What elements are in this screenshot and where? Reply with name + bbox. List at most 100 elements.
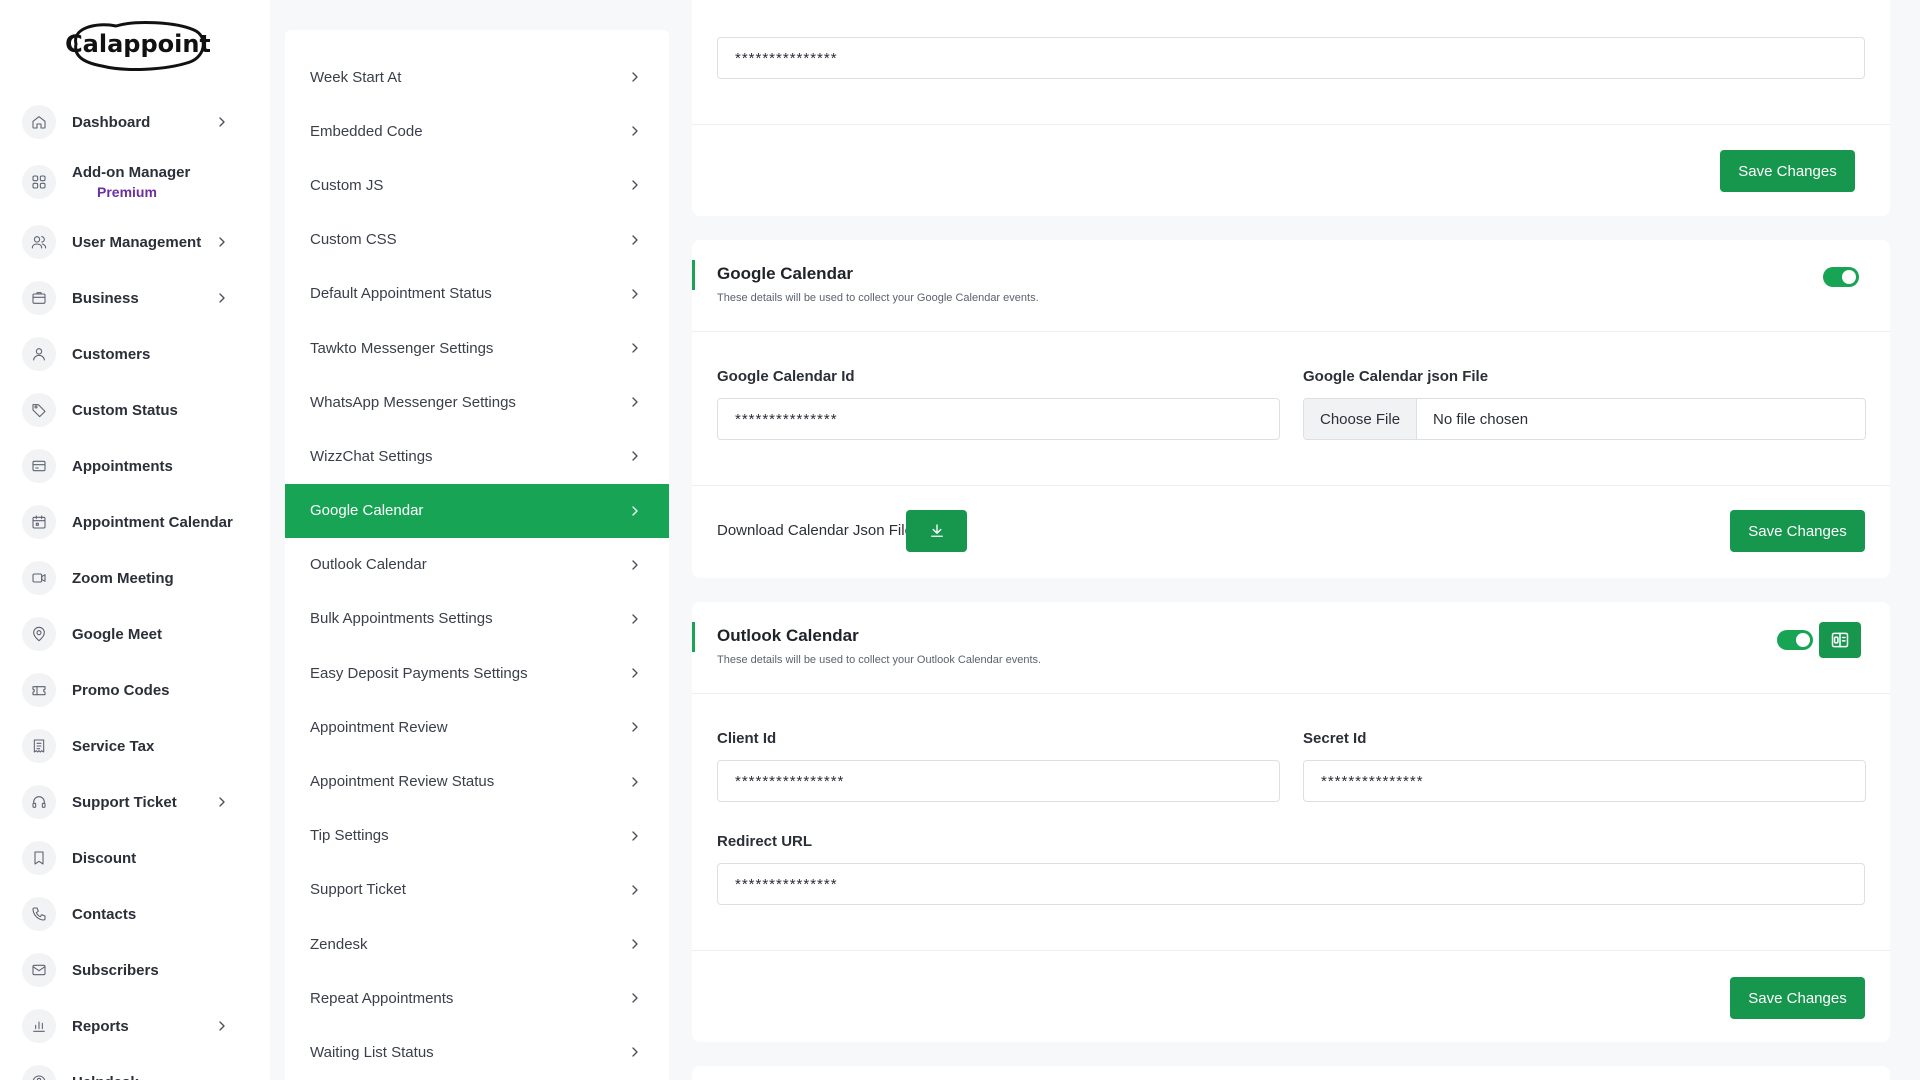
top-settings-card: *************** Save Changes [692,0,1890,216]
sidebar-item-add-on-manager[interactable]: Add-on Manager Premium [0,150,270,214]
sidebar-item-helpdesk[interactable]: Helpdesk [0,1054,270,1080]
google-calendar-toggle[interactable] [1823,267,1859,287]
settings-menu-list: Week Start At Embedded Code Custom JS Custo… [285,50,669,1080]
sidebar-item-contacts[interactable]: Contacts [0,886,270,942]
calappoint-logo[interactable]: Calappoint [66,16,210,74]
chevron-right-icon [627,177,643,193]
sidebar-item-discount[interactable]: Discount [0,830,270,886]
briefcase-icon [22,281,56,315]
chevron-right-icon [627,990,643,1006]
chevron-right-icon [627,394,643,410]
save-changes-button[interactable]: Save Changes [1720,150,1855,192]
sidebar-item-customers[interactable]: Customers [0,326,270,382]
sidebar-item-appointment-calendar[interactable]: Appointment Calendar [0,494,270,550]
chevron-right-icon [627,557,643,573]
menu-item-appointment-review-status[interactable]: Appointment Review Status [285,754,669,808]
menu-item-tip-settings[interactable]: Tip Settings [285,809,669,863]
sidebar-item-google-meet[interactable]: Google Meet [0,606,270,662]
menu-item-embedded-code[interactable]: Embedded Code [285,104,669,158]
menu-item-bulk-appointments-settings[interactable]: Bulk Appointments Settings [285,592,669,646]
menu-item-default-appointment-status[interactable]: Default Appointment Status [285,267,669,321]
menu-item-whatsapp-messenger-settings[interactable]: WhatsApp Messenger Settings [285,375,669,429]
menu-item-label: Appointment Review Status [310,773,495,791]
download-json-button[interactable] [906,510,967,552]
sidebar-item-label: Business [72,289,139,307]
menu-item-appointment-review[interactable]: Appointment Review [285,700,669,754]
sidebar: Calappoint Dashboard Add-on Manager Premiu… [0,0,270,1080]
sidebar-item-dashboard[interactable]: Dashboard [0,94,270,150]
menu-item-partial[interactable] [285,30,669,50]
sidebar-item-label: Promo Codes [72,681,170,699]
sidebar-item-support-ticket[interactable]: Support Ticket [0,774,270,830]
ticket-icon [22,673,56,707]
users-icon [22,225,56,259]
sidebar-item-business[interactable]: Business [0,270,270,326]
mail-icon [22,953,56,987]
google-calendar-json-file-input[interactable]: Choose File No file chosen [1303,398,1866,440]
menu-item-tawkto-messenger-settings[interactable]: Tawkto Messenger Settings [285,321,669,375]
outlook-info-button[interactable] [1819,622,1861,658]
sidebar-item-label: Discount [72,849,137,867]
google-calendar-title: Google Calendar [717,264,854,283]
secret-id-label: Secret Id [1303,730,1367,747]
card-icon [22,449,56,483]
chevron-right-icon [627,665,643,681]
client-id-label: Client Id [717,730,777,747]
menu-item-label: Custom CSS [310,231,397,249]
outlook-calendar-card: Outlook Calendar These details will be u… [692,602,1890,1042]
menu-item-waiting-list-status[interactable]: Waiting List Status [285,1025,669,1079]
sidebar-item-user-management[interactable]: User Management [0,214,270,270]
menu-item-label: Default Appointment Status [310,285,492,303]
chevron-right-icon [627,123,643,139]
chevron-right-icon [214,290,230,306]
header-accent-bar [692,260,695,290]
sidebar-item-label: Custom Status [72,401,178,419]
sidebar-item-zoom-meeting[interactable]: Zoom Meeting [0,550,270,606]
menu-item-wizzchat-settings[interactable]: WizzChat Settings [285,429,669,483]
menu-item-week-start-at[interactable]: Week Start At [285,50,669,104]
menu-item-repeat-appointments[interactable]: Repeat Appointments [285,971,669,1025]
sidebar-item-promo-codes[interactable]: Promo Codes [0,662,270,718]
chevron-right-icon [627,611,643,627]
sidebar-item-label: Subscribers [72,961,159,979]
google-calendar-id-input[interactable]: *************** [717,398,1280,440]
sidebar-item-appointments[interactable]: Appointments [0,438,270,494]
redirect-url-input[interactable]: *************** [717,863,1865,905]
chevron-right-icon [627,936,643,952]
menu-item-easy-deposit-payments-settings[interactable]: Easy Deposit Payments Settings [285,646,669,700]
chevron-right-icon [214,234,230,250]
menu-item-support-ticket[interactable]: Support Ticket [285,863,669,917]
sidebar-item-label: Helpdesk [72,1074,139,1080]
sidebar-item-subscribers[interactable]: Subscribers [0,942,270,998]
sidebar-item-custom-status[interactable]: Custom Status [0,382,270,438]
top-field-input[interactable]: *************** [717,37,1865,79]
chevron-right-icon [214,794,230,810]
sidebar-item-label: Reports [72,1017,129,1035]
google-save-changes-button[interactable]: Save Changes [1730,510,1865,552]
outlook-save-changes-button[interactable]: Save Changes [1730,977,1865,1019]
choose-file-button[interactable]: Choose File [1304,399,1418,439]
app-root: Calappoint Dashboard Add-on Manager Premiu… [0,0,1920,1080]
secret-id-input[interactable]: *************** [1303,760,1866,802]
chevron-right-icon [627,232,643,248]
client-id-input[interactable]: **************** [717,760,1280,802]
menu-item-custom-css[interactable]: Custom CSS [285,213,669,267]
menu-item-custom-js[interactable]: Custom JS [285,158,669,212]
google-calendar-card: Google Calendar These details will be us… [692,240,1890,578]
outlook-calendar-header: Outlook Calendar These details will be u… [692,602,1890,694]
receipt-icon [22,729,56,763]
sidebar-item-label: Add-on Manager [72,164,191,181]
sidebar-item-reports[interactable]: Reports [0,998,270,1054]
sidebar-item-label: User Management [72,233,202,251]
sidebar-item-label: Contacts [72,905,137,923]
chevron-right-icon [627,882,643,898]
menu-item-outlook-calendar[interactable]: Outlook Calendar [285,538,669,592]
header-accent-bar [692,622,695,652]
menu-item-google-calendar[interactable]: Google Calendar [285,483,669,538]
menu-item-label: Support Ticket [310,881,406,899]
sidebar-item-service-tax[interactable]: Service Tax [0,718,270,774]
user-icon [22,337,56,371]
menu-item-zendesk[interactable]: Zendesk [285,917,669,971]
sidebar-item-label: Support Ticket [72,793,177,811]
outlook-calendar-toggle[interactable] [1777,630,1813,650]
